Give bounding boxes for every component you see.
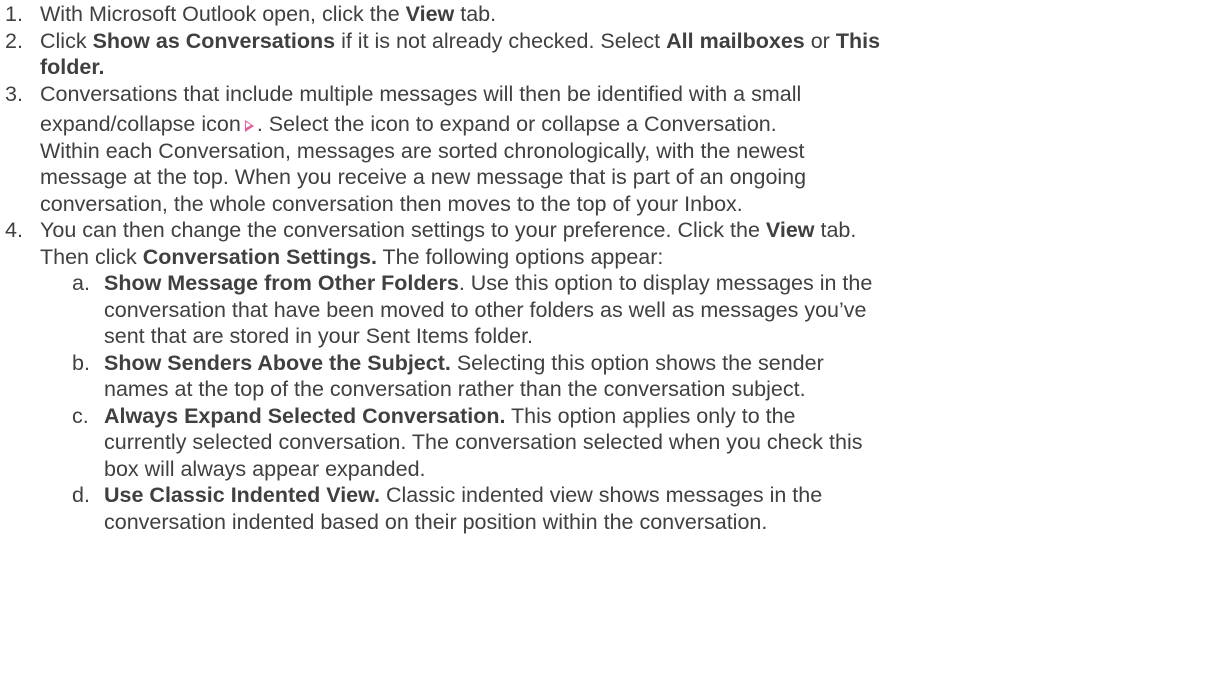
step-text: . Select the icon to expand or collapse … bbox=[256, 112, 777, 136]
option-text: . Use this option to display messages in… bbox=[458, 271, 873, 295]
option-line: conversation that have been moved to oth… bbox=[104, 297, 867, 322]
step-text: tab. bbox=[454, 2, 497, 26]
step-line: folder. bbox=[40, 54, 1215, 81]
expand-collapse-icon bbox=[244, 120, 254, 132]
step-line: conversation, the whole conversation the… bbox=[40, 191, 743, 216]
step-number: 1. bbox=[5, 2, 23, 26]
option-letter: a. bbox=[72, 271, 90, 295]
option-line: Use Classic Indented View. Classic inden… bbox=[104, 482, 1215, 509]
step-line: Within each Conversation, messages are s… bbox=[40, 138, 805, 163]
step-2: 2. Click Show as Conversations if it is … bbox=[0, 28, 1215, 81]
step-text: if it is not already checked. Select bbox=[335, 28, 667, 53]
option-text: Classic indented view shows messages in … bbox=[380, 483, 823, 507]
option-line: conversation indented based on their pos… bbox=[104, 509, 768, 534]
step-number: 2. bbox=[5, 28, 23, 53]
step-line: You can then change the conversation set… bbox=[40, 217, 1215, 244]
option-line: Show Senders Above the Subject. Selectin… bbox=[104, 350, 1215, 377]
option-title: Show Message from Other Folders bbox=[104, 271, 459, 295]
step-3: 3. Conversations that include multiple m… bbox=[0, 81, 1215, 218]
step-number: 3. bbox=[5, 81, 23, 106]
option-c: c. Always Expand Selected Conversation. … bbox=[0, 403, 1215, 483]
step-text: With Microsoft Outlook open, click the bbox=[40, 2, 406, 26]
option-letter: d. bbox=[72, 483, 90, 507]
option-line: currently selected conversation. The con… bbox=[104, 430, 863, 454]
option-b: b. Show Senders Above the Subject. Selec… bbox=[0, 350, 1215, 403]
option-title: Always Expand Selected Conversation. bbox=[104, 403, 506, 428]
step-text: tab. bbox=[814, 218, 857, 242]
option-line: box will always appear expanded. bbox=[104, 456, 426, 481]
option-letter: c. bbox=[72, 403, 89, 428]
step-bold-text: All mailboxes bbox=[666, 28, 805, 53]
option-title: Use Classic Indented View. bbox=[104, 483, 381, 507]
step-bold-text: View bbox=[405, 2, 455, 26]
step-text: The following options appear: bbox=[376, 244, 664, 269]
option-line: sent that are stored in your Sent Items … bbox=[104, 324, 534, 348]
option-line: names at the top of the conversation rat… bbox=[104, 377, 806, 401]
step-bold-text: folder. bbox=[40, 55, 105, 79]
step-number: 4. bbox=[5, 218, 23, 242]
step-1: 1. With Microsoft Outlook open, click th… bbox=[0, 1, 1215, 28]
option-text: Selecting this option shows the sender bbox=[450, 350, 824, 375]
step-line: message at the top. When you receive a n… bbox=[40, 165, 807, 189]
option-letter: b. bbox=[72, 350, 90, 375]
step-line: expand/collapse icon . Select the icon to… bbox=[40, 111, 1215, 138]
step-line: Click Show as Conversations if it is not… bbox=[40, 28, 1215, 55]
step-text: expand/collapse icon bbox=[40, 112, 241, 136]
option-title: Show Senders Above the Subject. bbox=[104, 350, 451, 375]
step-line: Then click Conversation Settings. The fo… bbox=[40, 244, 1215, 271]
option-a: a. Show Message from Other Folders. Use … bbox=[0, 270, 1215, 350]
step-text: Click bbox=[40, 28, 93, 53]
option-line: Show Message from Other Folders. Use thi… bbox=[104, 270, 1215, 297]
step-bold-text: Show as Conversations bbox=[92, 28, 336, 53]
instructions-document: 1. With Microsoft Outlook open, click th… bbox=[0, 0, 1215, 680]
step-bold-text: This bbox=[835, 28, 881, 53]
option-line: Always Expand Selected Conversation. Thi… bbox=[104, 403, 1215, 430]
option-text: This option applies only to the bbox=[505, 403, 796, 428]
step-text: Then click bbox=[40, 244, 143, 269]
step-bold-text: Conversation Settings. bbox=[142, 244, 377, 269]
step-4: 4. You can then change the conversation … bbox=[0, 217, 1215, 270]
step-text: or bbox=[804, 28, 836, 53]
step-bold-text: View bbox=[765, 218, 815, 242]
step-line: Conversations that include multiple mess… bbox=[40, 81, 802, 106]
step-text: You can then change the conversation set… bbox=[40, 218, 766, 242]
option-d: d. Use Classic Indented View. Classic in… bbox=[0, 482, 1215, 535]
